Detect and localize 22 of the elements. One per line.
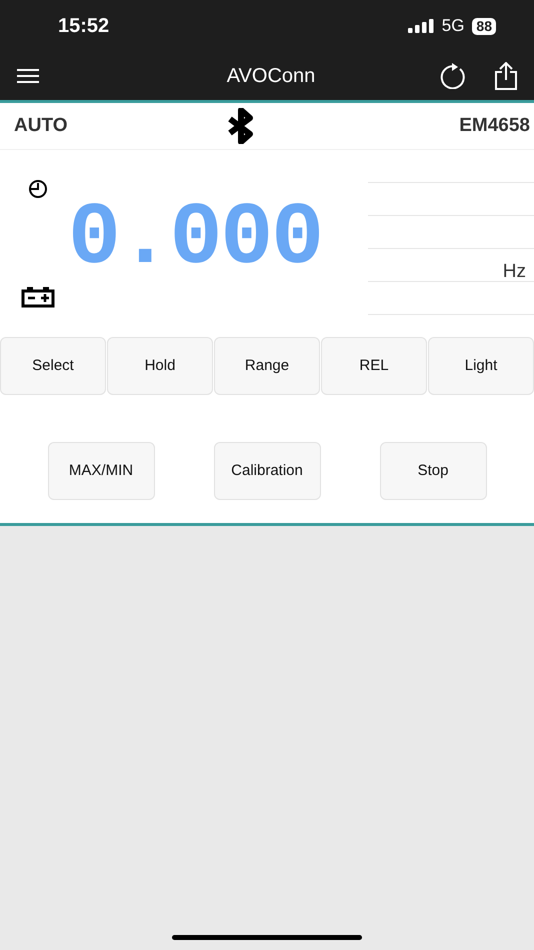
control-button[interactable]: MAX/MIN bbox=[48, 442, 154, 500]
app-title: AVOConn bbox=[226, 64, 316, 89]
signal-icon bbox=[408, 19, 434, 33]
unit-label: Hz bbox=[502, 260, 526, 284]
status-time: 15:52 bbox=[58, 14, 110, 39]
battery-icon bbox=[21, 286, 55, 308]
model-label: EM4658 bbox=[459, 114, 530, 138]
share-icon[interactable] bbox=[494, 62, 518, 90]
battery-level: 88 bbox=[472, 18, 496, 34]
meter-reading: 0.000 bbox=[68, 196, 322, 284]
mode-label: AUTO bbox=[14, 114, 68, 138]
control-button[interactable]: Stop bbox=[380, 442, 486, 500]
menu-icon[interactable] bbox=[16, 69, 40, 83]
control-button[interactable]: Hold bbox=[107, 337, 213, 395]
control-button[interactable]: Calibration bbox=[214, 442, 320, 500]
refresh-icon[interactable] bbox=[438, 63, 466, 89]
clock-icon bbox=[28, 180, 48, 198]
control-button[interactable]: Range bbox=[214, 337, 320, 395]
control-button[interactable]: REL bbox=[321, 337, 427, 395]
control-button[interactable]: Select bbox=[0, 337, 106, 395]
network-label: 5G bbox=[442, 15, 464, 38]
control-button[interactable]: Light bbox=[428, 337, 534, 395]
